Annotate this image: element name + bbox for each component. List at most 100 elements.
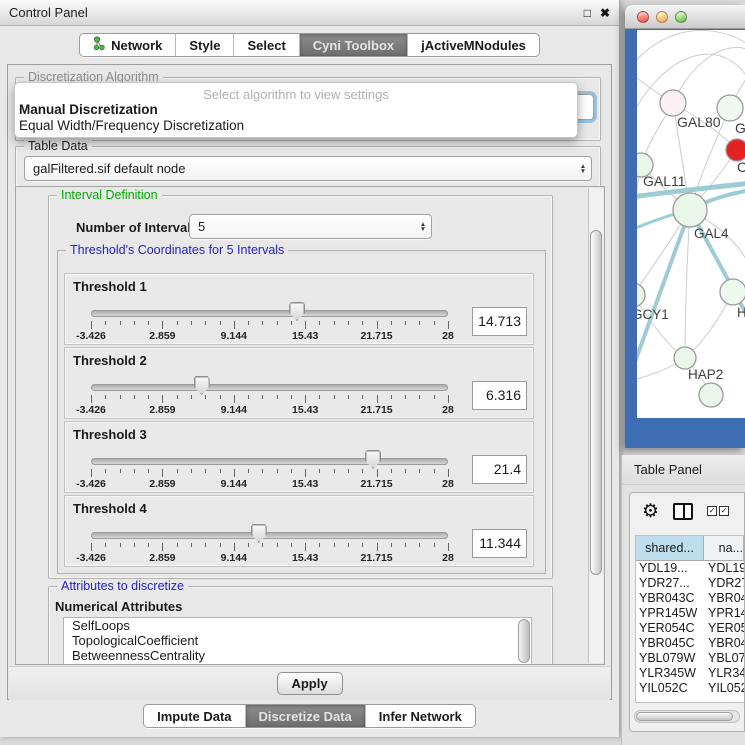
tab-jactivemnodules[interactable]: jActiveMNodules — [408, 34, 539, 56]
mode-tab-discretize-data[interactable]: Discretize Data — [246, 705, 366, 727]
threshold-value-field[interactable]: 14.713 — [472, 307, 527, 336]
tick-mark — [434, 469, 435, 473]
table-column-header[interactable]: shared... — [636, 536, 704, 560]
tick-mark — [305, 395, 306, 403]
column-visibility-icons[interactable]: ✓ ✓ — [707, 506, 729, 516]
tick-mark — [448, 395, 449, 403]
table-cell[interactable]: YBR043C — [636, 591, 704, 606]
tab-label: Style — [189, 38, 220, 53]
slider-thumb[interactable] — [289, 302, 305, 321]
tick-mark — [419, 395, 420, 399]
network-node[interactable] — [674, 347, 696, 369]
table-row[interactable]: YLR345WYLR345W — [636, 666, 744, 681]
table-column-header[interactable]: na... — [704, 536, 744, 560]
slider-thumb[interactable] — [194, 376, 210, 395]
table-h-scrollbar[interactable] — [634, 710, 740, 723]
table-cell[interactable]: YER054C — [636, 621, 704, 636]
table-row[interactable]: YDR27...YDR27... — [636, 576, 744, 591]
table-cell[interactable]: YIL052C — [636, 681, 704, 696]
stepper-icon: ▲▼ — [415, 222, 431, 232]
threshold-slider-track[interactable] — [91, 310, 448, 317]
network-node[interactable] — [637, 283, 645, 307]
network-node[interactable] — [717, 95, 743, 121]
tab-network[interactable]: Network — [80, 34, 176, 56]
threshold-value-field[interactable]: 11.344 — [472, 529, 527, 558]
threshold-slider-track[interactable] — [91, 384, 448, 391]
tick-mark — [391, 321, 392, 325]
settings-scrollbar[interactable] — [588, 188, 603, 663]
tick-mark — [105, 395, 106, 399]
table-cell[interactable]: YBL079W — [636, 651, 704, 666]
table-row[interactable]: YPR145WYPR145W — [636, 606, 744, 621]
attribute-list-item[interactable]: BetweennessCentrality — [64, 648, 531, 663]
table-cell[interactable]: YDR27... — [704, 576, 744, 591]
table-cell[interactable]: YDR27... — [636, 576, 704, 591]
table-row[interactable]: YIL052CYIL052C — [636, 681, 744, 696]
table-row[interactable]: YBR043CYBR043C — [636, 591, 744, 606]
table-cell[interactable]: YBL079W — [704, 651, 744, 666]
attribute-list-item[interactable]: SelfLoops — [64, 618, 531, 633]
threshold-slider-track[interactable] — [91, 532, 448, 539]
table-cell[interactable]: YER054C — [704, 621, 744, 636]
network-canvas[interactable]: GAL80GACGAL11GAL4GCY1HHAP2 — [637, 30, 745, 418]
cyni-toolbox-content: Discretization Algorithm Select algorith… — [7, 64, 612, 700]
table-cell[interactable]: YPR145W — [704, 606, 744, 621]
tick-mark — [277, 395, 278, 399]
attribute-list-item[interactable]: TopologicalCoefficient — [64, 633, 531, 648]
close-traffic-light-icon[interactable] — [637, 11, 649, 23]
table-row[interactable]: YBL079WYBL079W — [636, 651, 744, 666]
slider-thumb[interactable] — [251, 524, 267, 543]
tick-mark — [162, 321, 163, 329]
numerical-attributes-list[interactable]: SelfLoopsTopologicalCoefficientBetweenne… — [63, 617, 532, 665]
table-cell[interactable]: YIL052C — [704, 681, 744, 696]
network-node[interactable] — [660, 90, 686, 116]
list-scrollbar-thumb[interactable] — [518, 619, 530, 663]
minimize-traffic-light-icon[interactable] — [656, 11, 668, 23]
zoom-traffic-light-icon[interactable] — [675, 11, 687, 23]
dropdown-option[interactable]: Manual Discretization — [15, 102, 577, 118]
table-cell[interactable]: YDL19... — [636, 561, 704, 576]
apply-button[interactable]: Apply — [277, 672, 343, 695]
tab-select[interactable]: Select — [234, 34, 299, 56]
tick-label: -3.426 — [76, 404, 106, 416]
number-of-intervals-combo[interactable]: 5 ▲▼ — [189, 214, 432, 239]
threshold-value-field[interactable]: 6.316 — [472, 381, 527, 410]
table-row[interactable]: YER054CYER054C — [636, 621, 744, 636]
mode-tab-infer-network[interactable]: Infer Network — [366, 705, 475, 727]
threshold-value-field[interactable]: 21.4 — [472, 455, 527, 484]
network-edge[interactable] — [685, 210, 690, 358]
table-data-combo[interactable]: galFiltered.sif default node ▲▼ — [24, 156, 592, 181]
network-node[interactable] — [673, 193, 707, 227]
node-label: GAL4 — [694, 226, 729, 241]
table-cell[interactable]: YBR043C — [704, 591, 744, 606]
mode-tab-impute-data[interactable]: Impute Data — [144, 705, 245, 727]
network-node[interactable] — [720, 279, 745, 305]
tick-mark — [177, 395, 178, 399]
table-cell[interactable]: YDL19... — [704, 561, 744, 576]
network-edge[interactable] — [637, 295, 685, 358]
slider-thumb[interactable] — [365, 450, 381, 469]
float-icon[interactable]: □ — [584, 7, 591, 19]
table-cell[interactable]: YBR045C — [636, 636, 704, 651]
tick-mark — [91, 395, 92, 403]
network-node[interactable] — [699, 383, 723, 407]
columns-icon[interactable] — [673, 503, 693, 520]
table-cell[interactable]: YPR145W — [636, 606, 704, 621]
dropdown-option[interactable]: Equal Width/Frequency Discretization — [15, 118, 577, 134]
network-node[interactable] — [726, 139, 745, 161]
gear-icon[interactable]: ⚙ — [642, 502, 659, 521]
checkbox-icon[interactable]: ✓ — [719, 506, 729, 516]
checkbox-icon[interactable]: ✓ — [707, 506, 717, 516]
settings-scrollbar-thumb[interactable] — [590, 230, 602, 575]
table-cell[interactable]: YLR345W — [636, 666, 704, 681]
table-cell[interactable]: YBR045C — [704, 636, 744, 651]
tab-cyni-toolbox[interactable]: Cyni Toolbox — [300, 34, 408, 56]
table-cell[interactable]: YLR345W — [704, 666, 744, 681]
tab-style[interactable]: Style — [176, 34, 234, 56]
mode-tab-label: Impute Data — [157, 709, 231, 724]
close-icon[interactable]: ✖ — [600, 7, 610, 19]
table-row[interactable]: YDL19...YDL19... — [636, 561, 744, 576]
table-h-scrollbar-thumb[interactable] — [636, 712, 733, 721]
threshold-slider-track[interactable] — [91, 458, 448, 465]
table-row[interactable]: YBR045CYBR045C — [636, 636, 744, 651]
